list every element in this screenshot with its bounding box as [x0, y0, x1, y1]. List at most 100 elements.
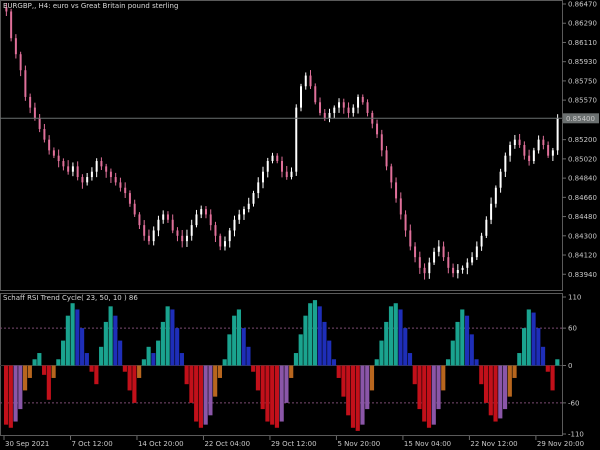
candle-body[interactable]: [200, 209, 203, 215]
candle-body[interactable]: [428, 262, 431, 274]
candle-body[interactable]: [29, 96, 32, 108]
chart-canvas[interactable]: 0.86470 0.86290 0.86110 0.85930 0.85750 0.855…: [0, 0, 600, 450]
histogram-bar[interactable]: [431, 365, 436, 425]
candle-body[interactable]: [67, 166, 70, 172]
candle-body[interactable]: [109, 171, 112, 178]
candle-body[interactable]: [276, 155, 279, 162]
histogram-bar[interactable]: [388, 306, 394, 366]
candle-body[interactable]: [556, 118, 559, 151]
histogram-bar[interactable]: [260, 365, 265, 410]
candle-body[interactable]: [357, 96, 360, 108]
candle-body[interactable]: [361, 96, 364, 103]
histogram-bar[interactable]: [27, 365, 32, 378]
histogram-bar[interactable]: [151, 353, 156, 366]
histogram-bar[interactable]: [251, 365, 256, 372]
histogram-bar[interactable]: [208, 365, 213, 416]
histogram-bar[interactable]: [464, 315, 470, 366]
histogram-bar[interactable]: [141, 359, 146, 366]
histogram-bar[interactable]: [18, 365, 23, 410]
candle-body[interactable]: [252, 193, 255, 204]
histogram-bar[interactable]: [184, 365, 189, 385]
candle-body[interactable]: [238, 214, 241, 220]
candle-body[interactable]: [261, 171, 264, 183]
histogram-bar[interactable]: [336, 365, 341, 378]
histogram-bar[interactable]: [246, 346, 251, 366]
histogram-bar[interactable]: [270, 365, 275, 425]
histogram-bar[interactable]: [137, 365, 142, 378]
candle-body[interactable]: [242, 209, 245, 215]
histogram-bar[interactable]: [550, 365, 555, 391]
histogram-bar[interactable]: [160, 321, 165, 366]
candle-body[interactable]: [323, 112, 326, 119]
candle-body[interactable]: [490, 203, 493, 220]
histogram-bar[interactable]: [350, 365, 356, 428]
candle-body[interactable]: [100, 161, 103, 167]
histogram-bar[interactable]: [327, 340, 332, 366]
candle-body[interactable]: [190, 225, 193, 236]
histogram-bar[interactable]: [65, 315, 70, 366]
candle-body[interactable]: [214, 225, 217, 236]
histogram-bar[interactable]: [540, 346, 546, 366]
histogram-bar[interactable]: [474, 359, 479, 366]
histogram-bar[interactable]: [403, 328, 408, 366]
candle-body[interactable]: [475, 246, 478, 258]
candle-body[interactable]: [418, 257, 421, 268]
histogram-bar[interactable]: [61, 340, 66, 366]
candle-body[interactable]: [124, 187, 127, 194]
candle-body[interactable]: [528, 155, 531, 162]
histogram-bar[interactable]: [32, 359, 37, 366]
candle-body[interactable]: [366, 102, 369, 113]
candle-body[interactable]: [309, 75, 312, 87]
candle-body[interactable]: [228, 230, 231, 242]
histogram-bar[interactable]: [156, 340, 161, 366]
histogram-bar[interactable]: [355, 365, 360, 431]
histogram-bar[interactable]: [460, 309, 465, 366]
histogram-bar[interactable]: [512, 365, 517, 378]
histogram-bar[interactable]: [13, 365, 18, 422]
histogram-bar[interactable]: [274, 365, 280, 428]
candle-body[interactable]: [71, 166, 74, 172]
candle-body[interactable]: [414, 246, 417, 258]
histogram-bar[interactable]: [331, 359, 337, 366]
candle-body[interactable]: [285, 171, 288, 178]
histogram-bar[interactable]: [450, 340, 455, 366]
candle-body[interactable]: [471, 257, 474, 263]
candle-body[interactable]: [494, 187, 497, 204]
histogram-bar[interactable]: [517, 353, 522, 366]
histogram-bar[interactable]: [441, 365, 446, 391]
candle-body[interactable]: [518, 139, 521, 145]
histogram-bar[interactable]: [322, 321, 327, 366]
histogram-bar[interactable]: [170, 309, 175, 366]
candle-body[interactable]: [456, 269, 459, 274]
candle-body[interactable]: [314, 86, 317, 103]
histogram-bar[interactable]: [56, 359, 61, 366]
histogram-bar[interactable]: [493, 365, 498, 422]
histogram-bar[interactable]: [179, 353, 184, 366]
histogram-bar[interactable]: [165, 306, 170, 366]
candle-body[interactable]: [542, 139, 545, 145]
candle-body[interactable]: [219, 235, 222, 247]
histogram-bar[interactable]: [341, 365, 346, 397]
candle-body[interactable]: [551, 150, 554, 156]
candle-body[interactable]: [143, 225, 146, 236]
candle-body[interactable]: [166, 214, 169, 220]
histogram-bar[interactable]: [89, 365, 94, 372]
histogram-bar[interactable]: [398, 309, 403, 366]
candle-body[interactable]: [257, 182, 260, 194]
candle-body[interactable]: [523, 145, 526, 156]
candle-body[interactable]: [437, 246, 440, 252]
histogram-bar[interactable]: [222, 359, 227, 366]
candle-body[interactable]: [10, 11, 13, 39]
histogram-bar[interactable]: [103, 321, 108, 366]
candle-body[interactable]: [95, 161, 98, 172]
histogram-bar[interactable]: [417, 365, 422, 410]
histogram-bar[interactable]: [232, 315, 237, 366]
histogram-bar[interactable]: [23, 365, 28, 391]
histogram-bar[interactable]: [346, 365, 351, 416]
candle-body[interactable]: [466, 262, 469, 268]
histogram-bar[interactable]: [379, 340, 384, 366]
candle-body[interactable]: [290, 171, 293, 178]
candle-body[interactable]: [171, 219, 174, 231]
histogram-bar[interactable]: [298, 334, 303, 366]
candle-body[interactable]: [485, 219, 488, 236]
